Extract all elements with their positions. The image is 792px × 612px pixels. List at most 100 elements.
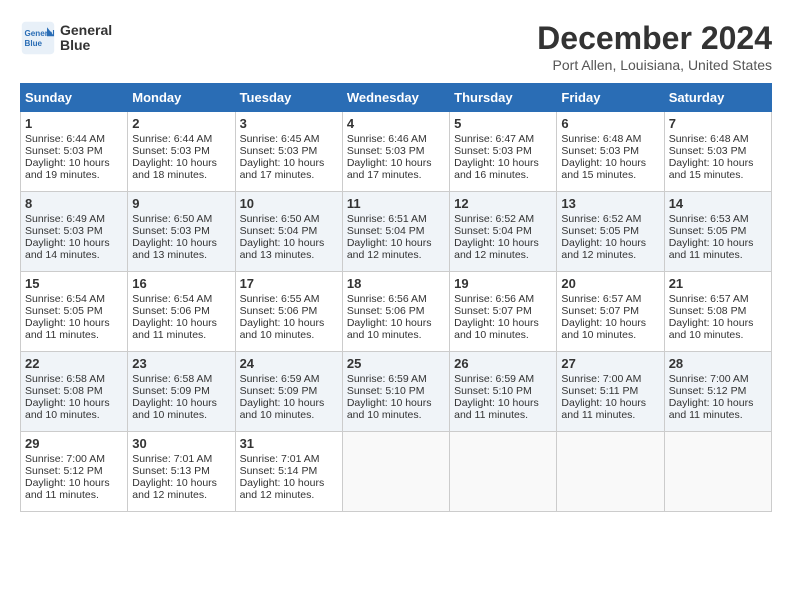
day-number: 10 [240, 196, 338, 211]
sunrise-text: Sunrise: 6:50 AM [132, 213, 212, 225]
sunset-text: Sunset: 5:07 PM [561, 305, 639, 317]
daylight-text: Daylight: 10 hours and 11 minutes. [561, 397, 646, 421]
calendar-week-row: 29 Sunrise: 7:00 AM Sunset: 5:12 PM Dayl… [21, 432, 772, 512]
sunrise-text: Sunrise: 7:01 AM [240, 453, 320, 465]
day-number: 4 [347, 116, 445, 131]
calendar-day-cell: 9 Sunrise: 6:50 AM Sunset: 5:03 PM Dayli… [128, 192, 235, 272]
sunset-text: Sunset: 5:12 PM [669, 385, 747, 397]
calendar-day-cell: 31 Sunrise: 7:01 AM Sunset: 5:14 PM Dayl… [235, 432, 342, 512]
day-number: 25 [347, 356, 445, 371]
day-number: 16 [132, 276, 230, 291]
daylight-text: Daylight: 10 hours and 11 minutes. [669, 397, 754, 421]
day-number: 9 [132, 196, 230, 211]
daylight-text: Daylight: 10 hours and 13 minutes. [132, 237, 217, 261]
sunrise-text: Sunrise: 6:52 AM [454, 213, 534, 225]
sunrise-text: Sunrise: 6:52 AM [561, 213, 641, 225]
sunrise-text: Sunrise: 6:44 AM [132, 133, 212, 145]
day-number: 6 [561, 116, 659, 131]
daylight-text: Daylight: 10 hours and 15 minutes. [669, 157, 754, 181]
daylight-text: Daylight: 10 hours and 11 minutes. [25, 317, 110, 341]
calendar-day-cell: 22 Sunrise: 6:58 AM Sunset: 5:08 PM Dayl… [21, 352, 128, 432]
day-number: 7 [669, 116, 767, 131]
day-of-week-header: Thursday [450, 84, 557, 112]
calendar-day-cell: 16 Sunrise: 6:54 AM Sunset: 5:06 PM Dayl… [128, 272, 235, 352]
page-title: December 2024 [537, 20, 772, 57]
day-number: 24 [240, 356, 338, 371]
daylight-text: Daylight: 10 hours and 11 minutes. [669, 237, 754, 261]
day-number: 28 [669, 356, 767, 371]
sunrise-text: Sunrise: 7:01 AM [132, 453, 212, 465]
calendar-day-cell [450, 432, 557, 512]
header: General Blue General Blue December 2024 … [20, 20, 772, 73]
sunset-text: Sunset: 5:06 PM [132, 305, 210, 317]
calendar-day-cell: 24 Sunrise: 6:59 AM Sunset: 5:09 PM Dayl… [235, 352, 342, 432]
sunrise-text: Sunrise: 6:48 AM [561, 133, 641, 145]
daylight-text: Daylight: 10 hours and 16 minutes. [454, 157, 539, 181]
sunset-text: Sunset: 5:03 PM [25, 145, 103, 157]
calendar-week-row: 22 Sunrise: 6:58 AM Sunset: 5:08 PM Dayl… [21, 352, 772, 432]
calendar-day-cell: 21 Sunrise: 6:57 AM Sunset: 5:08 PM Dayl… [664, 272, 771, 352]
logo: General Blue General Blue [20, 20, 112, 56]
sunrise-text: Sunrise: 6:59 AM [240, 373, 320, 385]
sunrise-text: Sunrise: 6:56 AM [347, 293, 427, 305]
day-number: 22 [25, 356, 123, 371]
day-number: 29 [25, 436, 123, 451]
sunset-text: Sunset: 5:03 PM [454, 145, 532, 157]
sunset-text: Sunset: 5:09 PM [132, 385, 210, 397]
calendar-day-cell: 17 Sunrise: 6:55 AM Sunset: 5:06 PM Dayl… [235, 272, 342, 352]
sunrise-text: Sunrise: 6:58 AM [25, 373, 105, 385]
sunrise-text: Sunrise: 7:00 AM [25, 453, 105, 465]
day-number: 19 [454, 276, 552, 291]
calendar-table: SundayMondayTuesdayWednesdayThursdayFrid… [20, 83, 772, 512]
sunset-text: Sunset: 5:07 PM [454, 305, 532, 317]
sunrise-text: Sunrise: 6:49 AM [25, 213, 105, 225]
calendar-day-cell: 3 Sunrise: 6:45 AM Sunset: 5:03 PM Dayli… [235, 112, 342, 192]
sunset-text: Sunset: 5:12 PM [25, 465, 103, 477]
day-number: 23 [132, 356, 230, 371]
day-number: 5 [454, 116, 552, 131]
sunrise-text: Sunrise: 6:54 AM [132, 293, 212, 305]
daylight-text: Daylight: 10 hours and 17 minutes. [347, 157, 432, 181]
calendar-day-cell: 15 Sunrise: 6:54 AM Sunset: 5:05 PM Dayl… [21, 272, 128, 352]
sunset-text: Sunset: 5:06 PM [240, 305, 318, 317]
calendar-day-cell: 10 Sunrise: 6:50 AM Sunset: 5:04 PM Dayl… [235, 192, 342, 272]
daylight-text: Daylight: 10 hours and 10 minutes. [240, 397, 325, 421]
daylight-text: Daylight: 10 hours and 14 minutes. [25, 237, 110, 261]
daylight-text: Daylight: 10 hours and 10 minutes. [454, 317, 539, 341]
sunset-text: Sunset: 5:11 PM [561, 385, 638, 397]
daylight-text: Daylight: 10 hours and 19 minutes. [25, 157, 110, 181]
day-number: 12 [454, 196, 552, 211]
day-number: 31 [240, 436, 338, 451]
day-number: 27 [561, 356, 659, 371]
calendar-day-cell: 12 Sunrise: 6:52 AM Sunset: 5:04 PM Dayl… [450, 192, 557, 272]
sunrise-text: Sunrise: 6:58 AM [132, 373, 212, 385]
sunrise-text: Sunrise: 6:59 AM [454, 373, 534, 385]
daylight-text: Daylight: 10 hours and 10 minutes. [25, 397, 110, 421]
daylight-text: Daylight: 10 hours and 10 minutes. [669, 317, 754, 341]
day-of-week-header: Sunday [21, 84, 128, 112]
sunrise-text: Sunrise: 6:53 AM [669, 213, 749, 225]
sunset-text: Sunset: 5:03 PM [25, 225, 103, 237]
daylight-text: Daylight: 10 hours and 15 minutes. [561, 157, 646, 181]
calendar-day-cell: 20 Sunrise: 6:57 AM Sunset: 5:07 PM Dayl… [557, 272, 664, 352]
daylight-text: Daylight: 10 hours and 12 minutes. [132, 477, 217, 501]
daylight-text: Daylight: 10 hours and 12 minutes. [347, 237, 432, 261]
calendar-day-cell: 30 Sunrise: 7:01 AM Sunset: 5:13 PM Dayl… [128, 432, 235, 512]
calendar-day-cell [342, 432, 449, 512]
day-number: 17 [240, 276, 338, 291]
day-of-week-header: Monday [128, 84, 235, 112]
calendar-day-cell: 1 Sunrise: 6:44 AM Sunset: 5:03 PM Dayli… [21, 112, 128, 192]
sunset-text: Sunset: 5:03 PM [240, 145, 318, 157]
sunset-text: Sunset: 5:03 PM [132, 145, 210, 157]
calendar-week-row: 1 Sunrise: 6:44 AM Sunset: 5:03 PM Dayli… [21, 112, 772, 192]
sunset-text: Sunset: 5:05 PM [25, 305, 103, 317]
sunset-text: Sunset: 5:10 PM [347, 385, 425, 397]
calendar-day-cell: 7 Sunrise: 6:48 AM Sunset: 5:03 PM Dayli… [664, 112, 771, 192]
sunset-text: Sunset: 5:08 PM [25, 385, 103, 397]
sunrise-text: Sunrise: 6:54 AM [25, 293, 105, 305]
logo-text: General [60, 23, 112, 38]
calendar-day-cell: 18 Sunrise: 6:56 AM Sunset: 5:06 PM Dayl… [342, 272, 449, 352]
daylight-text: Daylight: 10 hours and 11 minutes. [25, 477, 110, 501]
sunrise-text: Sunrise: 6:57 AM [561, 293, 641, 305]
day-number: 3 [240, 116, 338, 131]
